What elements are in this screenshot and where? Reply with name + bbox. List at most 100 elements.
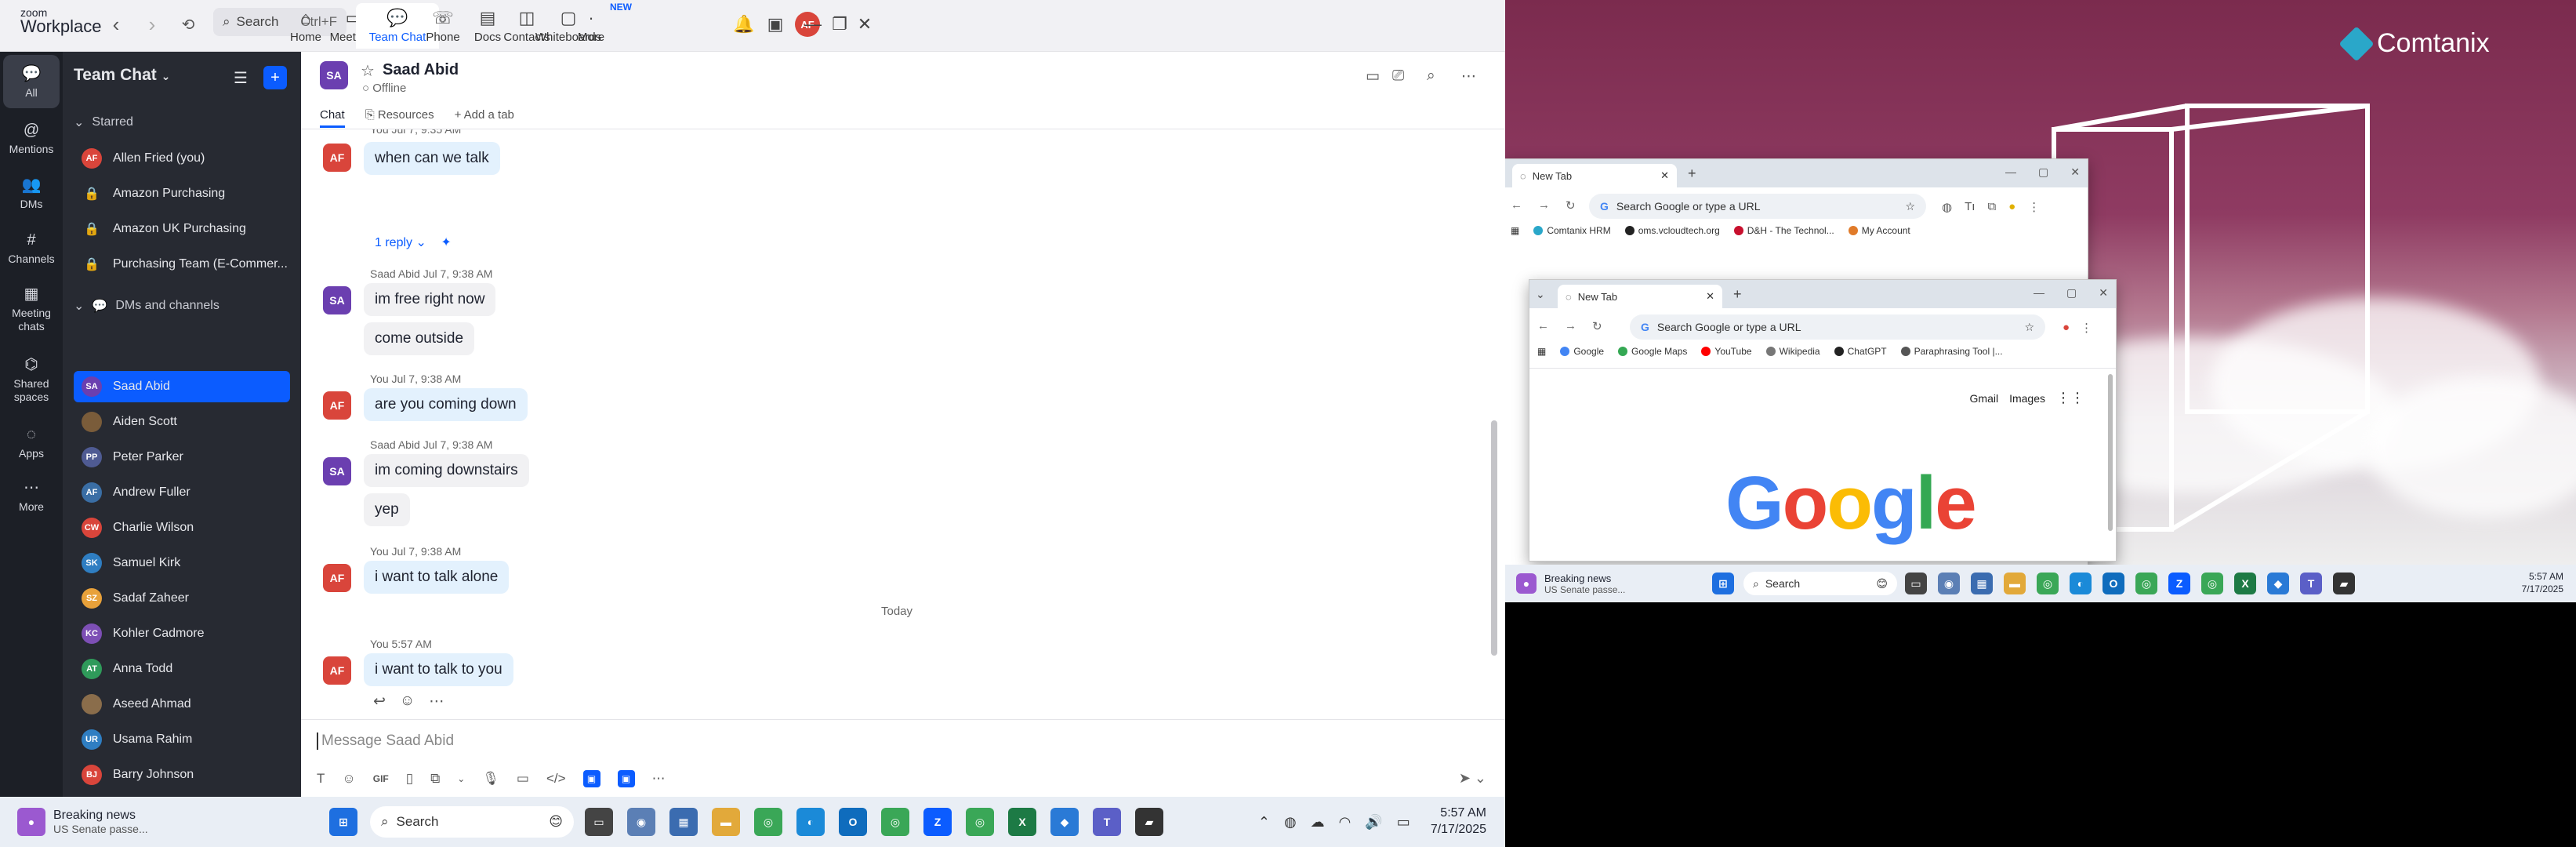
wifi-icon[interactable]: ◠ xyxy=(1339,814,1351,831)
file-explorer-icon[interactable]: ▬ xyxy=(712,808,740,836)
history-icon[interactable]: ⟲ xyxy=(174,11,202,38)
outlook-icon[interactable]: O xyxy=(839,808,867,836)
emoji-react-icon[interactable]: ☺ xyxy=(400,693,415,711)
sidebar-item-aseed-ahmad[interactable]: Aseed Ahmad xyxy=(74,689,290,720)
app-icon-2[interactable]: ◆ xyxy=(2267,573,2289,594)
bookmark-item[interactable]: Comtanix HRM xyxy=(1533,225,1611,236)
rail-channels[interactable]: # Channels xyxy=(3,221,60,274)
sidebar-item-saad-abid[interactable]: SA Saad Abid xyxy=(74,371,290,402)
puzzle-icon[interactable]: ⧉ xyxy=(1987,200,1996,214)
address-bar[interactable]: G Search Google or type a URL ☆ xyxy=(1630,314,2045,340)
sidebar-item-purchasing-team[interactable]: 🔒 Purchasing Team (E-Commer... xyxy=(74,249,290,280)
battery-icon[interactable]: ▭ xyxy=(1397,814,1410,831)
taskbar-search[interactable]: ⌕ Search 😊 xyxy=(370,806,574,838)
forward-icon[interactable]: → xyxy=(1565,319,1576,333)
profile-icon[interactable]: ● xyxy=(2008,200,2015,214)
emoji-icon[interactable]: ☺ xyxy=(342,771,355,787)
app-icon[interactable]: ◉ xyxy=(627,808,655,836)
text-format-icon[interactable]: T xyxy=(317,771,325,787)
sidebar-item-aiden-scott[interactable]: Aiden Scott xyxy=(74,406,290,438)
excel-icon[interactable]: X xyxy=(1008,808,1036,836)
chevron-down-icon[interactable]: ⌄ xyxy=(457,773,465,784)
text-icon[interactable]: Tı xyxy=(1965,200,1975,214)
close-tab-icon[interactable]: ✕ xyxy=(1660,169,1669,182)
rail-more[interactable]: ⋯ More xyxy=(3,469,60,522)
tab-add[interactable]: + Add a tab xyxy=(455,108,514,128)
starred-section[interactable]: ⌄ Starred xyxy=(74,115,133,130)
excel-icon[interactable]: X xyxy=(2234,573,2256,594)
volume-icon[interactable]: 🔊 xyxy=(1365,814,1382,831)
browser-tab[interactable]: ◌ New Tab ✕ xyxy=(1558,285,1722,308)
sticky-notes-icon[interactable]: ▰ xyxy=(1135,808,1163,836)
file-icon[interactable]: ▯ xyxy=(406,771,413,787)
gif-button[interactable]: GIF xyxy=(373,773,389,784)
outlook-icon[interactable]: O xyxy=(2103,573,2124,594)
scrollbar[interactable] xyxy=(1491,420,1497,656)
rail-meeting-chats[interactable]: ▦ Meeting chats xyxy=(3,278,60,340)
edge-icon[interactable]: ◐ xyxy=(796,808,825,836)
sticky-notes-icon[interactable]: ▰ xyxy=(2333,573,2355,594)
gmail-link[interactable]: Gmail xyxy=(1970,392,1999,405)
minimize-icon[interactable]: — xyxy=(800,11,826,38)
close-tab-icon[interactable]: ✕ xyxy=(1706,290,1714,303)
maximize-icon[interactable]: ▢ xyxy=(2066,286,2077,300)
bookmark-item[interactable]: D&H - The Technol... xyxy=(1733,225,1834,236)
star-icon[interactable]: ☆ xyxy=(361,61,375,81)
bookmark-item[interactable]: ChatGPT xyxy=(1834,346,1887,357)
sidebar-item-charlie-wilson[interactable]: CW Charlie Wilson xyxy=(74,512,290,543)
bookmark-item[interactable]: oms.vcloudtech.org xyxy=(1624,225,1720,236)
tab-resources[interactable]: ⎘ Resources xyxy=(365,108,434,128)
bookmark-item[interactable]: YouTube xyxy=(1701,346,1752,357)
profile-icon[interactable]: ● xyxy=(2063,321,2070,335)
news-widget[interactable]: ● Breaking news US Senate passe... xyxy=(17,808,315,836)
search-icon[interactable]: ⌕ xyxy=(1427,67,1435,85)
rail-shared-spaces[interactable]: ⌬ Shared spaces xyxy=(3,348,60,411)
sidebar-item-peter-parker[interactable]: PP Peter Parker xyxy=(74,442,290,473)
tray-app-icon[interactable]: ◍ xyxy=(1284,814,1297,831)
clock[interactable]: 5:57 AM 7/17/2025 xyxy=(1431,805,1486,838)
apps-grid-icon[interactable]: ⋮⋮ xyxy=(2056,390,2084,406)
bookmark-item[interactable]: Google Maps xyxy=(1618,346,1687,357)
bookmark-item[interactable]: My Account xyxy=(1848,225,1910,236)
dms-section[interactable]: ⌄ 💬 DMs and channels xyxy=(74,298,220,314)
forward-arrow-icon[interactable]: › xyxy=(138,11,166,38)
taskbar-search[interactable]: ⌕ Search 😊 xyxy=(1743,572,1897,595)
close-icon[interactable]: ✕ xyxy=(2070,165,2080,179)
images-link[interactable]: Images xyxy=(2009,392,2045,405)
extension-icon[interactable]: ◍ xyxy=(1942,200,1952,214)
bookmark-item[interactable]: Paraphrasing Tool |... xyxy=(1900,346,2003,357)
add-chat-button[interactable]: + xyxy=(263,66,287,89)
close-icon[interactable]: ✕ xyxy=(851,11,878,38)
address-bar[interactable]: G Search Google or type a URL ☆ xyxy=(1589,194,1926,219)
message-bubble[interactable]: im free right now xyxy=(364,283,496,316)
windows-start-icon[interactable]: ⊞ xyxy=(1712,573,1734,594)
sidebar-item-samuel-kirk[interactable]: SK Samuel Kirk xyxy=(74,547,290,579)
sidebar-item-usama-rahim[interactable]: UR Usama Rahim xyxy=(74,724,290,755)
maximize-icon[interactable]: ▢ xyxy=(2038,165,2048,179)
more-options-icon[interactable]: ⋯ xyxy=(652,771,666,787)
app-icon[interactable]: ◉ xyxy=(1938,573,1960,594)
sidebar-item-amazon-uk-purchasing[interactable]: 🔒 Amazon UK Purchasing xyxy=(74,213,290,245)
message-bubble[interactable]: yep xyxy=(364,493,410,526)
app-icon-2[interactable]: ▣ xyxy=(617,770,635,787)
scrollbar[interactable] xyxy=(2108,374,2113,531)
forward-icon[interactable]: → xyxy=(1538,198,1550,213)
bookmark-item[interactable]: Wikipedia xyxy=(1765,346,1820,357)
tab-search-icon[interactable]: ⌄ xyxy=(1536,288,1545,301)
message-bubble[interactable]: i want to talk to you xyxy=(364,653,513,686)
cloud-icon[interactable]: ☁ xyxy=(1311,814,1325,831)
bell-icon[interactable]: 🔔 xyxy=(731,11,757,38)
new-tab-button[interactable]: + xyxy=(1688,165,1696,182)
calculator-icon[interactable]: ▦ xyxy=(1971,573,1993,594)
message-bubble[interactable]: im coming downstairs xyxy=(364,454,529,487)
reload-icon[interactable]: ↻ xyxy=(1566,198,1576,213)
sidebar-title[interactable]: Team Chat ⌄ xyxy=(74,66,170,85)
chevron-up-icon[interactable]: ⌃ xyxy=(1258,814,1270,831)
app-icon[interactable]: ▣ xyxy=(582,770,600,787)
nav-more[interactable]: NEW · More xyxy=(558,2,632,49)
chrome-icon-2[interactable]: ◎ xyxy=(881,808,909,836)
message-bubble[interactable]: i want to talk alone xyxy=(364,561,510,594)
chrome-icon[interactable]: ◎ xyxy=(2037,573,2059,594)
message-input[interactable]: Message Saad Abid xyxy=(317,732,454,750)
file-explorer-icon[interactable]: ▬ xyxy=(2004,573,2026,594)
